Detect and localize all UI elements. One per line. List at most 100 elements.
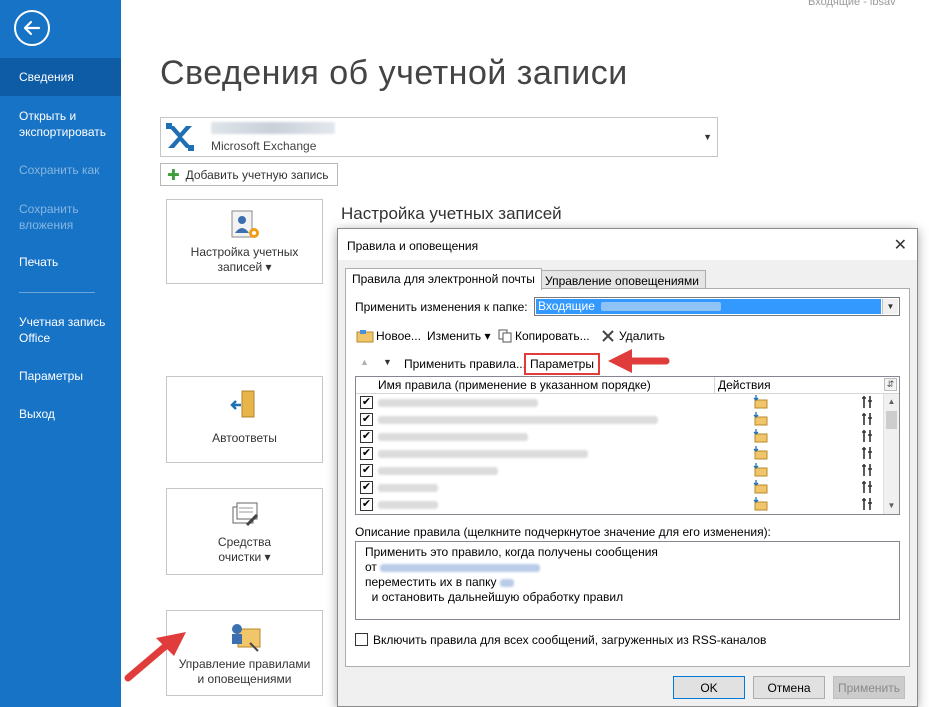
back-button[interactable]: [14, 10, 50, 46]
rules-list[interactable]: Имя правила (применение в указанном поря…: [355, 376, 900, 515]
delete-rule-button[interactable]: Удалить: [601, 329, 665, 343]
rss-label: Включить правила для всех сообщений, заг…: [373, 633, 767, 647]
column-actions: Действия: [718, 378, 771, 392]
rule-name-redacted: [378, 450, 588, 458]
account-email-redacted: [211, 122, 335, 134]
folder-value: Входящие: [538, 299, 595, 313]
new-rule-icon: [356, 330, 374, 343]
rule-checkbox[interactable]: ✔: [360, 396, 373, 409]
account-settings-icon: [231, 210, 259, 238]
section-title: Настройка учетных записей: [341, 204, 562, 223]
cleanup-tools-icon: [232, 502, 258, 527]
cleanup-tools-tile[interactable]: Средства очистки ▾: [166, 488, 323, 575]
table-row[interactable]: ✔: [356, 445, 883, 462]
column-rule-name: Имя правила (применение в указанном поря…: [378, 378, 651, 392]
ok-button[interactable]: OK: [673, 676, 745, 699]
move-to-folder-icon: [753, 429, 768, 443]
sidebar-separator: [19, 292, 95, 293]
dialog-titlebar: Правила и оповещения ✕: [338, 229, 917, 260]
rule-name-redacted: [378, 484, 438, 492]
sidebar-item-save-attachments[interactable]: Сохранить вложения: [0, 201, 121, 233]
tab-manage-alerts[interactable]: Управление оповещениями: [538, 270, 706, 290]
manage-rules-icon: [231, 624, 260, 652]
edit-rule-button[interactable]: Изменить ▾: [427, 329, 491, 343]
sidebar-item-info[interactable]: Сведения: [0, 58, 121, 96]
close-icon[interactable]: ✕: [894, 235, 907, 255]
exchange-icon: [166, 123, 194, 151]
table-row[interactable]: ✔: [356, 411, 883, 428]
window-title-fragment: Входящие - ibsav: [808, 0, 896, 8]
sender-link-redacted[interactable]: [380, 563, 541, 572]
dialog-title: Правила и оповещения: [347, 239, 479, 253]
delete-icon: [602, 330, 614, 342]
stop-processing-icon: [862, 464, 872, 476]
auto-replies-tile[interactable]: Автоответы: [166, 376, 323, 463]
backstage-sidebar: Сведения Открыть и экспортировать Сохран…: [0, 0, 121, 707]
move-up-icon[interactable]: ▲: [360, 357, 369, 367]
table-row[interactable]: ✔: [356, 479, 883, 496]
move-to-folder-icon: [753, 446, 768, 460]
sidebar-item-open-export[interactable]: Открыть и экспортировать: [0, 108, 121, 140]
description-line-2: от: [365, 560, 377, 574]
rules-scrollbar[interactable]: ▲ ▼: [883, 394, 899, 514]
description-line-3: переместить их в папку: [365, 575, 497, 589]
rss-checkbox[interactable]: [355, 633, 368, 646]
scroll-up-icon[interactable]: ▲: [884, 394, 899, 410]
back-arrow-icon: [23, 20, 41, 36]
tab-email-rules[interactable]: Правила для электронной почты: [345, 268, 542, 290]
apply-rules-button[interactable]: Применить правила...: [404, 357, 526, 371]
sidebar-item-office-account[interactable]: Учетная запись Office: [0, 314, 121, 346]
chevron-down-icon: ▼: [882, 299, 898, 314]
sidebar-item-print[interactable]: Печать: [0, 254, 121, 270]
rules-alerts-dialog: Правила и оповещения ✕ Правила для элект…: [337, 228, 918, 707]
move-to-folder-icon: [753, 497, 768, 511]
folder-select[interactable]: Входящие ▼: [534, 297, 900, 316]
table-row[interactable]: ✔: [356, 394, 883, 411]
sidebar-item-save-as[interactable]: Сохранить как: [0, 162, 121, 178]
rule-checkbox[interactable]: ✔: [360, 447, 373, 460]
chevron-down-icon: ▼: [703, 132, 712, 142]
copy-icon: [498, 329, 512, 343]
copy-rule-button[interactable]: Копировать...: [498, 329, 590, 343]
move-to-folder-icon: [753, 480, 768, 494]
auto-replies-label: Автоответы: [212, 431, 277, 445]
table-row[interactable]: ✔: [356, 428, 883, 445]
move-to-folder-icon: [753, 412, 768, 426]
account-settings-label: Настройка учетных записей ▾: [190, 245, 299, 274]
rule-checkbox[interactable]: ✔: [360, 498, 373, 511]
apply-button[interactable]: Применить: [833, 676, 905, 699]
rule-name-redacted: [378, 399, 538, 407]
description-line-1: Применить это правило, когда получены со…: [365, 545, 658, 559]
stop-processing-icon: [862, 498, 872, 510]
sidebar-item-exit[interactable]: Выход: [0, 406, 121, 422]
rule-name-redacted: [378, 467, 498, 475]
move-down-icon[interactable]: ▼: [383, 357, 392, 367]
outlook-backstage: Входящие - ibsav Сведения Открыть и эксп…: [0, 0, 929, 707]
options-button[interactable]: Параметры: [524, 353, 600, 375]
folder-link-redacted[interactable]: [499, 578, 514, 587]
rule-name-redacted: [378, 416, 658, 424]
scroll-thumb[interactable]: [886, 411, 897, 429]
rule-checkbox[interactable]: ✔: [360, 430, 373, 443]
rule-checkbox[interactable]: ✔: [360, 413, 373, 426]
account-selector[interactable]: Microsoft Exchange ▼: [160, 117, 718, 157]
description-label: Описание правила (щелкните подчеркнутое …: [355, 525, 771, 539]
account-settings-tile[interactable]: Настройка учетных записей ▾: [166, 199, 323, 284]
account-type: Microsoft Exchange: [211, 139, 317, 153]
column-options-icon[interactable]: ⇵: [884, 378, 897, 391]
table-row[interactable]: ✔: [356, 462, 883, 479]
rule-checkbox[interactable]: ✔: [360, 464, 373, 477]
stop-processing-icon: [862, 430, 872, 442]
add-account-button[interactable]: ✚ Добавить учетную запись: [160, 163, 338, 186]
new-rule-button[interactable]: Новое...: [356, 329, 421, 343]
cancel-button[interactable]: Отмена: [753, 676, 825, 699]
stop-processing-icon: [862, 396, 872, 408]
scroll-down-icon[interactable]: ▼: [884, 498, 899, 514]
stop-processing-icon: [862, 481, 872, 493]
page-title: Сведения об учетной записи: [160, 54, 628, 92]
rule-checkbox[interactable]: ✔: [360, 481, 373, 494]
sidebar-item-options[interactable]: Параметры: [0, 368, 121, 384]
move-to-folder-icon: [753, 463, 768, 477]
table-row[interactable]: ✔: [356, 496, 883, 513]
auto-reply-icon: [229, 390, 254, 418]
